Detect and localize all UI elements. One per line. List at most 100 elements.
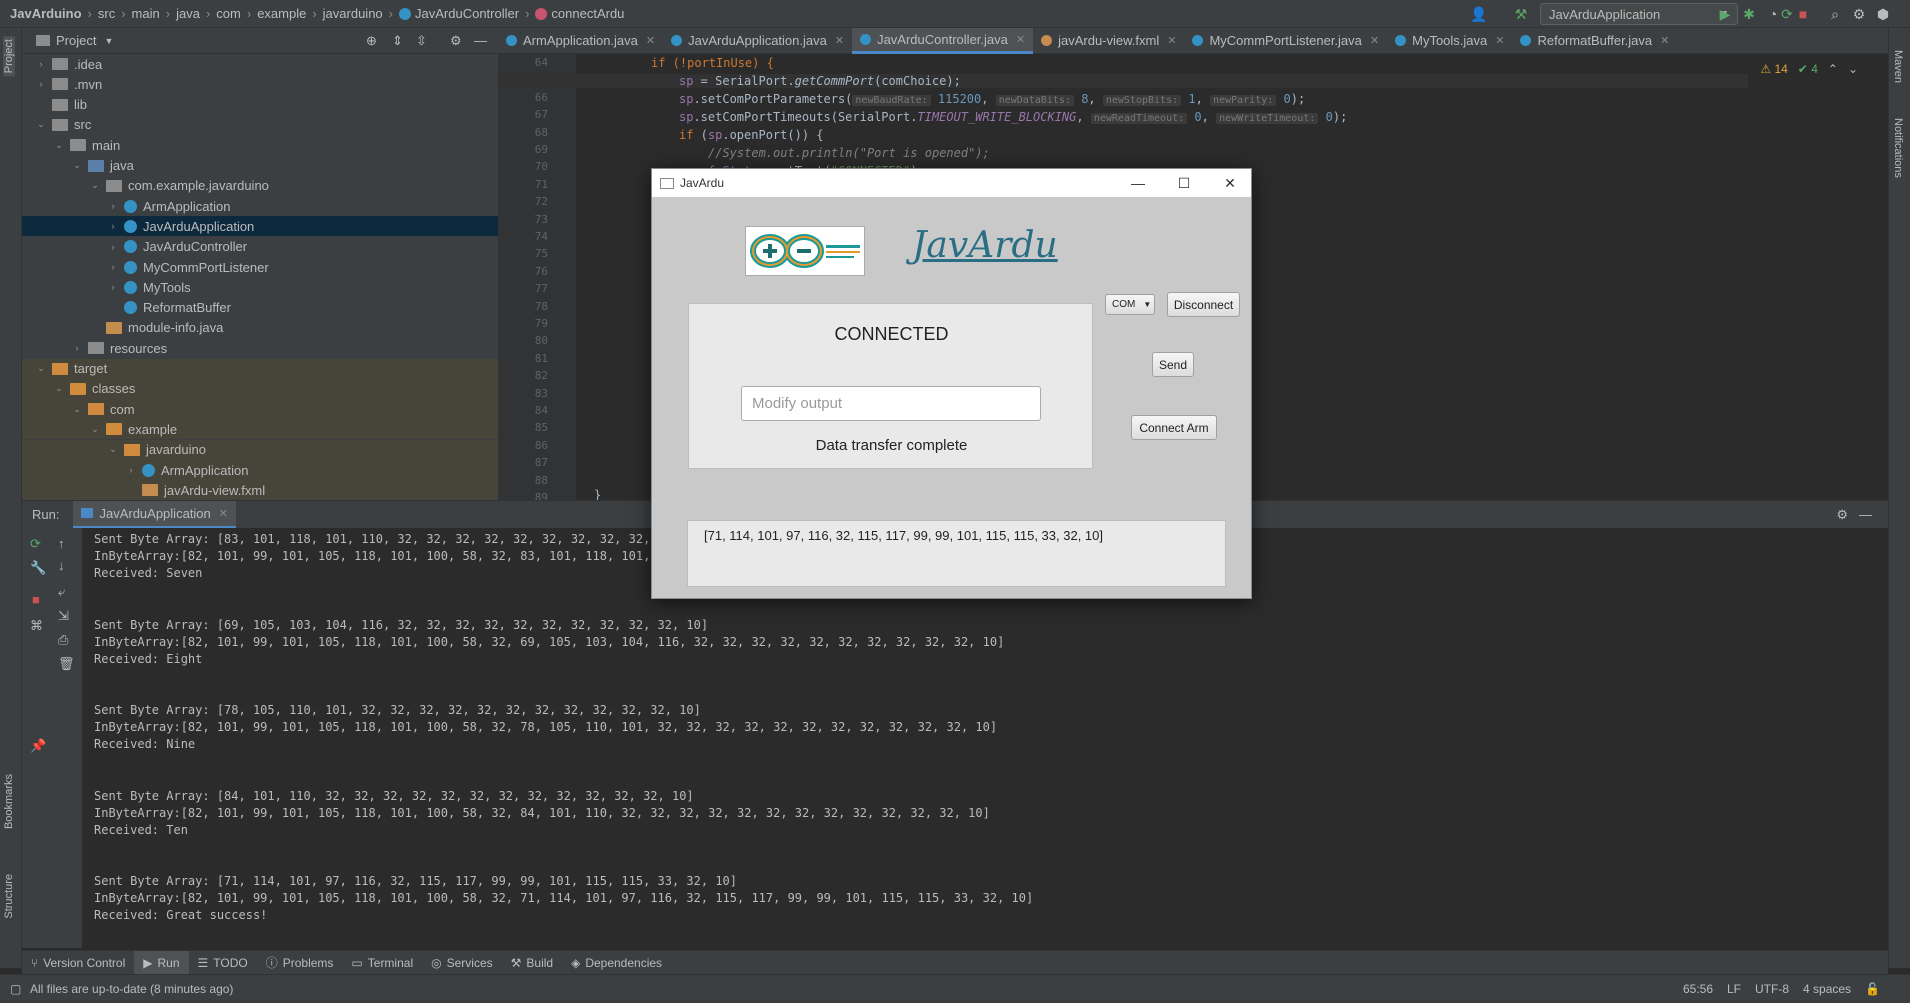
- line-number[interactable]: 79: [498, 317, 548, 330]
- tree-item[interactable]: javArdu-view.fxml: [22, 480, 498, 501]
- line-number[interactable]: 86: [498, 439, 548, 452]
- editor-tab[interactable]: JavArduApplication.java ✕: [663, 28, 852, 54]
- soft-wrap-icon[interactable]: ⤶: [58, 584, 65, 600]
- chevron-right-icon[interactable]: ›: [108, 262, 118, 272]
- modify-output-input[interactable]: [741, 386, 1041, 421]
- tree-item[interactable]: module-info.java: [22, 318, 498, 338]
- maven-tool-label[interactable]: Maven: [1892, 50, 1904, 83]
- disconnect-button[interactable]: Disconnect: [1167, 292, 1240, 317]
- line-number[interactable]: 70: [498, 160, 548, 173]
- print-icon[interactable]: ⎙: [58, 632, 68, 648]
- chevron-right-icon[interactable]: ›: [126, 465, 136, 475]
- editor-tab[interactable]: JavArduController.java ✕: [852, 27, 1034, 54]
- close-icon[interactable]: ✕: [219, 507, 228, 520]
- breadcrumb-item[interactable]: src: [98, 6, 115, 21]
- line-number[interactable]: 66: [498, 91, 548, 104]
- caret-position[interactable]: 65:56: [1683, 982, 1713, 996]
- scroll-down-icon[interactable]: ↓: [58, 558, 65, 573]
- close-icon[interactable]: ✕: [1660, 34, 1669, 47]
- line-number[interactable]: 69: [498, 143, 548, 156]
- breadcrumb-item[interactable]: connectArdu: [535, 6, 624, 21]
- close-icon[interactable]: ✕: [1495, 34, 1504, 47]
- line-number[interactable]: 80: [498, 334, 548, 347]
- tree-item[interactable]: ⌄ java: [22, 156, 498, 176]
- line-separator[interactable]: LF: [1727, 982, 1741, 996]
- stop-icon[interactable]: ■: [32, 592, 40, 607]
- file-encoding[interactable]: UTF-8: [1755, 982, 1789, 996]
- chevron-down-icon[interactable]: ⌄: [36, 119, 46, 130]
- bookmarks-tool-label[interactable]: Bookmarks: [3, 774, 15, 829]
- chevron-right-icon[interactable]: ›: [36, 59, 46, 69]
- tool-tab[interactable]: ◎ Services: [422, 951, 502, 975]
- connect-arm-button[interactable]: Connect Arm: [1131, 415, 1217, 440]
- line-number[interactable]: 82: [498, 369, 548, 382]
- tree-item[interactable]: › ArmApplication: [22, 460, 498, 480]
- expand-all-icon[interactable]: ⇕: [392, 33, 403, 49]
- chevron-down-icon[interactable]: ⌄: [1848, 62, 1858, 76]
- run-tab[interactable]: JavArduApplication ✕: [73, 500, 236, 529]
- search-icon[interactable]: ⌕: [1826, 5, 1844, 23]
- close-icon[interactable]: ✕: [835, 34, 844, 47]
- tree-item[interactable]: ⌄ javarduino: [22, 439, 498, 460]
- tree-item[interactable]: ⌄ classes: [22, 378, 498, 399]
- breadcrumb-item[interactable]: java: [176, 6, 200, 21]
- inspection-widget[interactable]: ⚠ 14 ✔ 4 ⌃ ⌄: [1760, 62, 1858, 76]
- notifications-tool-label[interactable]: Notifications: [1892, 118, 1904, 178]
- breadcrumb-item[interactable]: JavArduController: [399, 6, 519, 21]
- com-port-select[interactable]: COM ▼: [1105, 294, 1155, 315]
- close-icon[interactable]: ✕: [1167, 34, 1176, 47]
- chevron-down-icon[interactable]: ⌄: [54, 140, 64, 151]
- editor-tab[interactable]: javArdu-view.fxml ✕: [1033, 28, 1184, 54]
- line-number[interactable]: 77: [498, 282, 548, 295]
- project-tool-label[interactable]: Project: [3, 36, 15, 77]
- line-number[interactable]: 87: [498, 456, 548, 469]
- pin-icon[interactable]: 📌: [30, 738, 46, 754]
- chevron-down-icon[interactable]: ⌄: [108, 444, 118, 455]
- indent-setting[interactable]: 4 spaces: [1803, 982, 1851, 996]
- gear-icon[interactable]: ⚙: [1850, 5, 1868, 23]
- tool-tab[interactable]: ☰ TODO: [189, 951, 257, 975]
- chevron-right-icon[interactable]: ›: [108, 201, 118, 211]
- chevron-right-icon[interactable]: ›: [108, 221, 118, 231]
- tool-tab[interactable]: ⓘ Problems: [257, 951, 343, 975]
- tree-item[interactable]: › .idea: [22, 54, 498, 74]
- line-number[interactable]: 83: [498, 387, 548, 400]
- tool-tab[interactable]: ◈ Dependencies: [562, 951, 671, 975]
- tree-item[interactable]: › JavArduApplication: [22, 216, 498, 237]
- layout-icon[interactable]: ▢: [10, 982, 21, 996]
- chevron-down-icon[interactable]: ⌄: [72, 160, 82, 171]
- chevron-up-icon[interactable]: ⌃: [1828, 62, 1838, 76]
- editor-tab[interactable]: MyCommPortListener.java ✕: [1184, 28, 1387, 54]
- minimize-icon[interactable]: —: [474, 33, 487, 48]
- tree-item[interactable]: › .mvn: [22, 74, 498, 94]
- line-number[interactable]: 74: [498, 230, 548, 243]
- line-number[interactable]: 68: [498, 126, 548, 139]
- run-configuration-select[interactable]: JavArduApplication ▼: [1540, 3, 1738, 25]
- project-view-title[interactable]: Project: [56, 33, 96, 48]
- collapse-all-icon[interactable]: ⇳: [416, 33, 427, 49]
- status-message[interactable]: All files are up-to-date (8 minutes ago): [30, 982, 233, 996]
- tree-item[interactable]: ⌄ example: [22, 419, 498, 440]
- tree-item[interactable]: › ArmApplication: [22, 196, 498, 216]
- tree-item[interactable]: ReformatBuffer: [22, 298, 498, 318]
- tree-item[interactable]: lib: [22, 95, 498, 115]
- line-number[interactable]: 84: [498, 404, 548, 417]
- editor-tab[interactable]: ReformatBuffer.java ✕: [1512, 28, 1677, 54]
- tool-tab[interactable]: ⑂ Version Control: [22, 951, 134, 975]
- close-icon[interactable]: ✕: [646, 34, 655, 47]
- line-number[interactable]: 76: [498, 265, 548, 278]
- chevron-down-icon[interactable]: ⌄: [90, 180, 100, 191]
- gear-icon[interactable]: ⚙: [450, 33, 462, 49]
- scroll-up-icon[interactable]: ↑: [58, 536, 65, 551]
- breadcrumb-item[interactable]: JavArduino: [10, 6, 82, 21]
- chevron-down-icon[interactable]: ⌄: [72, 404, 82, 415]
- editor-tab[interactable]: MyTools.java ✕: [1387, 28, 1512, 54]
- breadcrumb-item[interactable]: com: [216, 6, 241, 21]
- structure-tool-label[interactable]: Structure: [3, 874, 15, 919]
- line-number[interactable]: 75: [498, 247, 548, 260]
- chevron-right-icon[interactable]: ›: [108, 282, 118, 292]
- locate-icon[interactable]: ⊕: [366, 33, 377, 49]
- line-number[interactable]: 73: [498, 213, 548, 226]
- scroll-to-end-icon[interactable]: ⇲: [58, 608, 69, 624]
- run-icon[interactable]: ▶: [1716, 5, 1734, 23]
